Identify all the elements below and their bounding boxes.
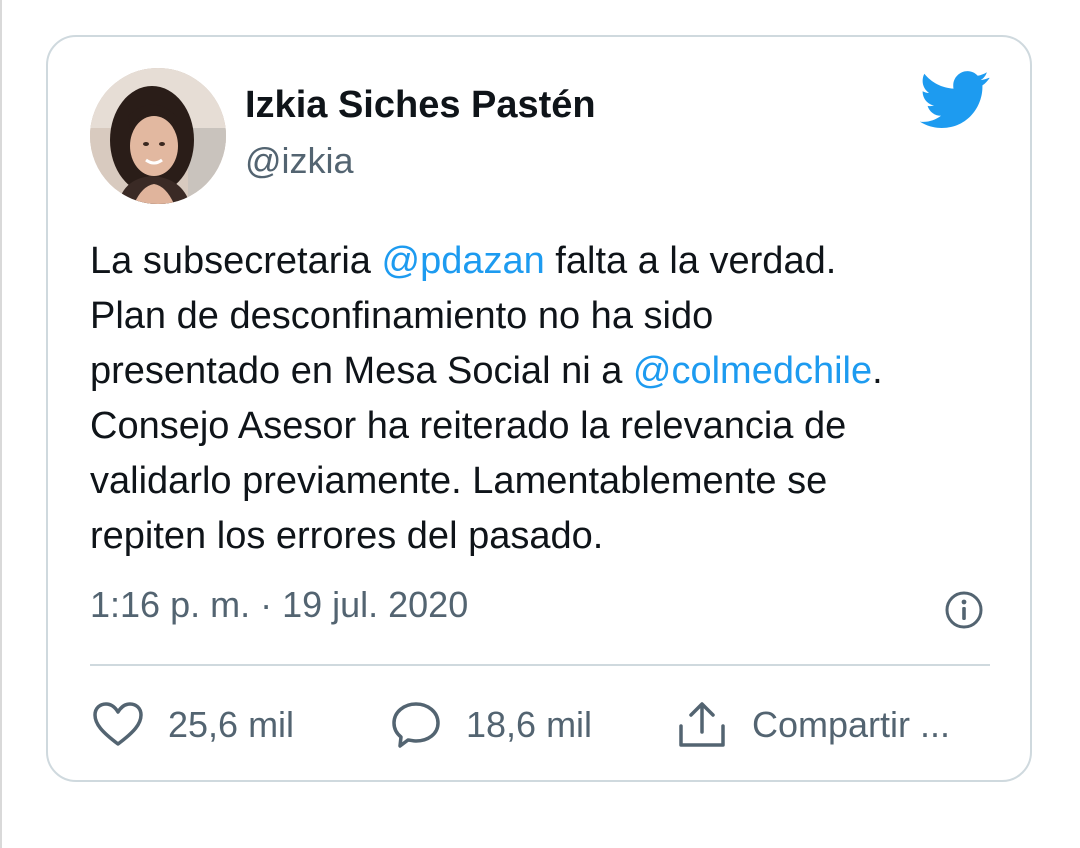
tweet-line: repiten los errores del pasado. [90, 509, 990, 564]
screen-edge [0, 0, 2, 848]
share-button[interactable]: Compartir ... [676, 700, 950, 750]
share-label: Compartir ... [752, 704, 951, 745]
author-handle[interactable]: @izkia [245, 140, 354, 182]
tweet-line: La subsecretaria @pdazan falta a la verd… [90, 234, 990, 289]
divider [90, 664, 990, 666]
speech-bubble-icon [392, 702, 440, 748]
tweet-line: Plan de desconfinamiento no ha sido [90, 289, 990, 344]
mention-link[interactable]: @colmedchile [633, 350, 872, 392]
tweet-text-segment: Consejo Asesor ha reiterado la relevanci… [90, 405, 847, 447]
reply-count: 18,6 mil [466, 704, 593, 745]
heart-icon [93, 702, 143, 746]
twitter-bird-icon[interactable] [919, 70, 990, 130]
tweet-line: validarlo previamente. Lamentablemente s… [90, 454, 990, 509]
tweet-text-segment: presentado en Mesa Social ni a [90, 350, 633, 392]
mention-link[interactable]: @pdazan [382, 240, 545, 282]
tweet-line: Consejo Asesor ha reiterado la relevanci… [90, 399, 990, 454]
tweet-timestamp[interactable]: 1:16 p. m. · 19 jul. 2020 [90, 584, 468, 626]
tweet-line: presentado en Mesa Social ni a @colmedch… [90, 344, 990, 399]
tweet-text-segment: La subsecretaria [90, 240, 382, 282]
tweet-text-segment: . [872, 350, 883, 392]
reply-button[interactable]: 18,6 mil [390, 700, 592, 750]
tweet-text-segment: validarlo previamente. Lamentablemente s… [90, 460, 828, 502]
info-icon[interactable] [944, 590, 984, 630]
like-count: 25,6 mil [168, 704, 295, 745]
author-name[interactable]: Izkia Siches Pastén [245, 84, 596, 127]
tweet-text: La subsecretaria @pdazan falta a la verd… [90, 234, 990, 564]
share-icon [679, 702, 725, 747]
tweet-text-segment: Plan de desconfinamiento no ha sido [90, 295, 714, 337]
tweet-text-segment: repiten los errores del pasado. [90, 515, 604, 557]
avatar[interactable] [90, 68, 226, 204]
tweet-text-segment: falta a la verdad. [544, 240, 837, 282]
like-button[interactable]: 25,6 mil [92, 700, 294, 750]
